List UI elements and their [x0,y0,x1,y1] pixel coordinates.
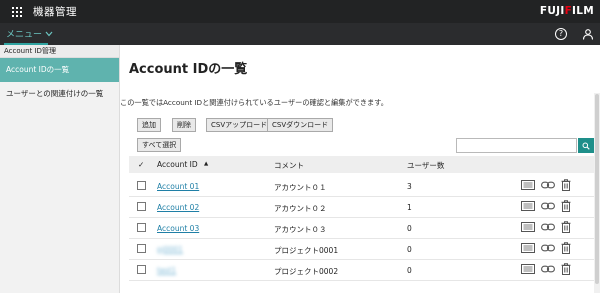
row-user-count: 0 [407,266,412,275]
search-button[interactable] [578,138,594,153]
row-comment: プロジェクト0002 [274,267,339,276]
table-row: Account 02 アカウント０２ 1 [129,197,594,218]
account-id-link[interactable]: pj0001 [157,245,183,254]
sidebar: Account ID管理 Account IDの一覧 ユーザーとの関連付けの一覧 [0,45,120,293]
page-description: この一覧ではAccount IDと関連付けられているユーザーの確認と編集ができま… [120,98,388,107]
table-row: pj0001 プロジェクト0001 0 [129,239,594,260]
app-title: 機器管理 [33,6,77,18]
table-row: test1 プロジェクト0002 0 [129,260,594,281]
trash-icon[interactable] [561,179,571,191]
table-header: ✓ Account ID ▲ コメント ユーザー数 [129,156,594,173]
list-icon[interactable] [521,243,535,253]
row-user-count: 0 [407,245,412,254]
row-comment: プロジェクト0001 [274,246,339,255]
row-user-count: 1 [407,203,412,212]
trash-icon[interactable] [561,200,571,212]
table-row: Account 01 アカウント０１ 3 [129,176,594,197]
search-input[interactable] [456,138,577,153]
header-check-icon[interactable]: ✓ [138,160,144,169]
list-icon[interactable] [521,180,535,190]
sidebar-section-title: Account ID管理 [0,45,119,58]
table-row: Account 03 アカウント０３ 0 [129,218,594,239]
csv-upload-button[interactable]: CSVアップロード [206,118,273,132]
csv-download-button[interactable]: CSVダウンロード [267,118,334,132]
header-user-count: ユーザー数 [407,161,445,170]
list-icon[interactable] [521,222,535,232]
help-icon[interactable]: ? [555,28,567,40]
row-comment: アカウント０１ [274,183,327,192]
list-icon[interactable] [521,201,535,211]
menu-label: メニュー [6,30,43,40]
row-comment: アカウント０３ [274,225,327,234]
delete-button[interactable]: 削除 [172,118,196,132]
brand-logo: FUJIFILM [539,5,594,17]
select-all-button[interactable]: すべて選択 [137,138,182,152]
link-icon[interactable] [541,202,555,210]
row-user-count: 3 [407,182,412,191]
sidebar-item-account-id-list[interactable]: Account IDの一覧 [0,58,119,82]
trash-icon[interactable] [561,263,571,275]
scrollbar-thumb[interactable] [595,94,599,284]
chevron-down-icon [45,31,53,36]
main-content: Account IDの一覧 この一覧ではAccount IDと関連付けられている… [120,45,600,293]
account-id-link[interactable]: test1 [157,266,176,275]
link-icon[interactable] [541,223,555,231]
account-id-link[interactable]: Account 03 [157,224,199,233]
page-title: Account IDの一覧 [129,62,248,77]
sort-ascending-icon[interactable]: ▲ [204,161,208,167]
menu-bar: メニュー ? [0,23,600,45]
search-icon [582,142,590,150]
trash-icon[interactable] [561,221,571,233]
account-id-link[interactable]: Account 02 [157,203,199,212]
menu-button[interactable]: メニュー [6,27,53,40]
sidebar-item-user-association-list[interactable]: ユーザーとの関連付けの一覧 [0,82,119,105]
row-comment: アカウント０２ [274,204,327,213]
apps-grid-icon[interactable] [12,6,22,17]
row-checkbox[interactable] [137,265,146,274]
link-icon[interactable] [541,244,555,252]
row-checkbox[interactable] [137,202,146,211]
header-comment: コメント [274,161,304,170]
link-icon[interactable] [541,265,555,273]
row-user-count: 0 [407,224,412,233]
account-id-link[interactable]: Account 01 [157,182,199,191]
row-checkbox[interactable] [137,181,146,190]
user-icon[interactable] [582,28,594,40]
top-bar: 機器管理 FUJIFILM [0,0,600,23]
link-icon[interactable] [541,181,555,189]
add-button[interactable]: 追加 [137,118,161,132]
row-checkbox[interactable] [137,223,146,232]
trash-icon[interactable] [561,242,571,254]
header-account-id[interactable]: Account ID [157,160,198,169]
list-icon[interactable] [521,264,535,274]
row-checkbox[interactable] [137,244,146,253]
